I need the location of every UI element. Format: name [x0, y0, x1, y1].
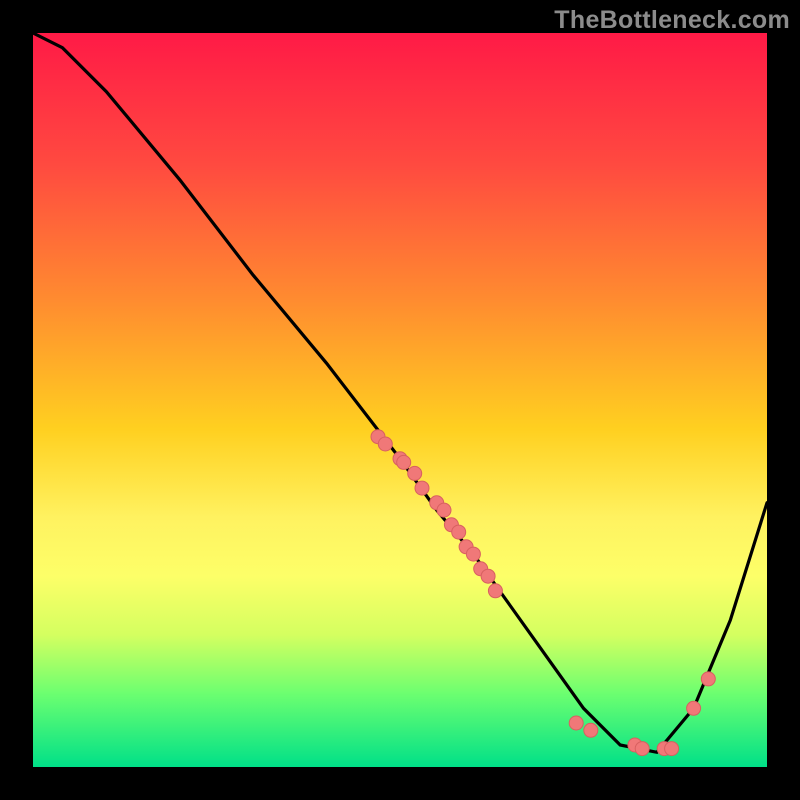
data-point [452, 525, 466, 539]
data-point [466, 547, 480, 561]
data-point [437, 503, 451, 517]
data-point [665, 742, 679, 756]
data-point [415, 481, 429, 495]
data-point [481, 569, 495, 583]
data-point [584, 723, 598, 737]
data-points-group [371, 430, 715, 756]
data-point [635, 742, 649, 756]
data-point [569, 716, 583, 730]
data-point [408, 466, 422, 480]
plot-area [33, 33, 767, 767]
data-point [701, 672, 715, 686]
chart-frame: TheBottleneck.com [0, 0, 800, 800]
data-point [378, 437, 392, 451]
watermark-text: TheBottleneck.com [554, 6, 790, 35]
data-point [488, 584, 502, 598]
chart-svg [33, 33, 767, 767]
data-point [397, 455, 411, 469]
curve-path [33, 33, 767, 752]
data-point [687, 701, 701, 715]
